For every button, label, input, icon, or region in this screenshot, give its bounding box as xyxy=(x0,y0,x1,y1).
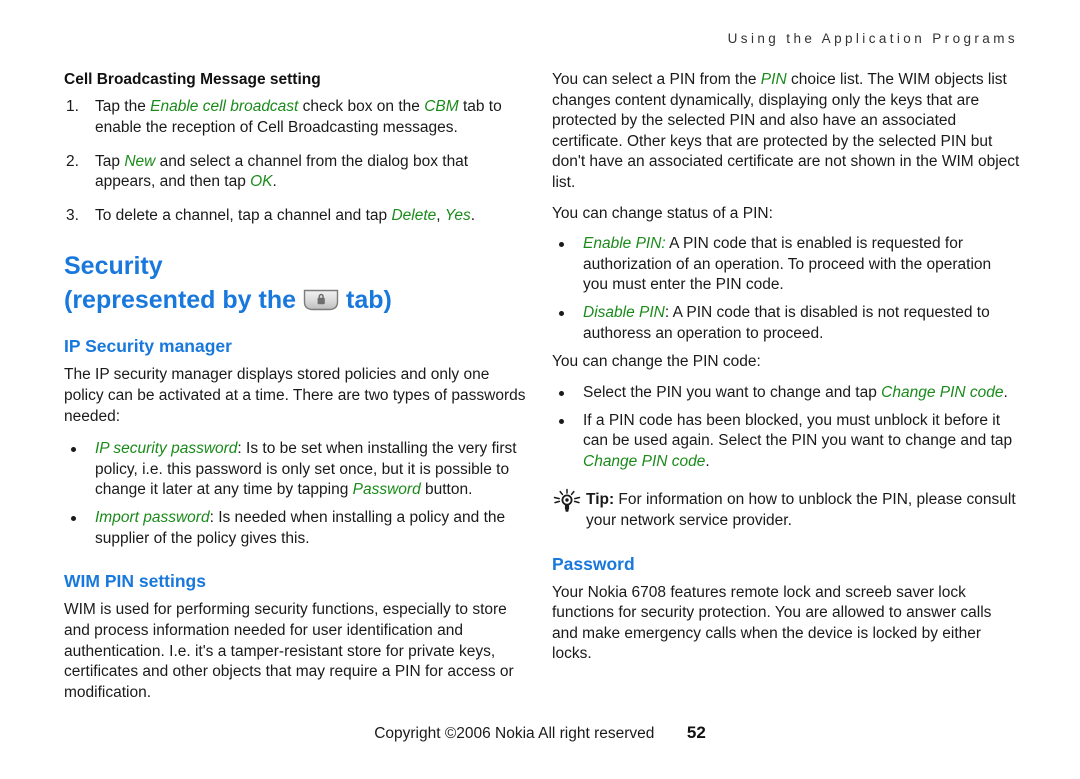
wim-pin-settings-heading: WIM PIN settings xyxy=(64,571,206,592)
cbm-step-list: 1. Tap the Enable cell broadcast check b… xyxy=(64,97,532,226)
step-number: 3. xyxy=(66,206,79,224)
cbm-heading: Cell Broadcasting Message setting xyxy=(64,71,321,88)
ip-password-bullets: IP security password: Is to be set when … xyxy=(64,439,532,549)
tip-callout: Tip: For information on how to unblock t… xyxy=(552,488,1020,531)
pin-status-bullets: Enable PIN: A PIN code that is enabled i… xyxy=(552,234,1020,344)
ip-security-manager-heading: IP Security manager xyxy=(64,336,232,357)
represented-suffix: tab) xyxy=(346,286,392,315)
list-item: Enable PIN: A PIN code that is enabled i… xyxy=(552,234,1020,296)
bullet-dot xyxy=(559,390,564,396)
pin-intro-paragraph: You can select a PIN from the PIN choice… xyxy=(552,71,1020,192)
tip-label: Tip: xyxy=(586,491,615,509)
list-item: If a PIN code has been blocked, you must… xyxy=(552,411,1020,473)
step-text: Tap the Enable cell broadcast check box … xyxy=(95,98,502,136)
wim-pin-settings-body: WIM is used for performing security func… xyxy=(64,601,514,701)
bullet-dot xyxy=(559,242,564,248)
page-footer: Copyright ©2006 Nokia All right reserved… xyxy=(0,723,1080,743)
copyright-text: Copyright ©2006 Nokia All right reserved xyxy=(374,725,655,742)
bullet-text: Import password: Is needed when installi… xyxy=(95,509,506,547)
bullet-text: IP security password: Is to be set when … xyxy=(95,440,517,499)
security-tab-line: (represented by the tab) xyxy=(64,286,532,314)
pin-status-lead: You can change status of a PIN: xyxy=(552,204,773,222)
pin-code-bullets: Select the PIN you want to change and ta… xyxy=(552,383,1020,472)
manual-page: Using the Application Programs Cell Broa… xyxy=(0,0,1080,779)
page-title: Security xyxy=(64,252,163,281)
running-header: Using the Application Programs xyxy=(727,31,1018,46)
list-item: 2. Tap New and select a channel from the… xyxy=(64,152,532,193)
lightbulb-tip-icon xyxy=(552,488,582,514)
bullet-text: Enable PIN: A PIN code that is enabled i… xyxy=(583,235,992,294)
password-heading: Password xyxy=(552,553,635,574)
bullet-text: If a PIN code has been blocked, you must… xyxy=(583,411,1013,470)
bullet-dot xyxy=(559,311,564,317)
tip-text: For information on how to unblock the PI… xyxy=(586,491,1016,529)
list-item: 3. To delete a channel, tap a channel an… xyxy=(64,206,532,227)
bullet-dot xyxy=(71,516,76,522)
right-column: You can select a PIN from the PIN choice… xyxy=(552,70,1020,665)
page-number: 52 xyxy=(686,723,706,742)
bullet-dot xyxy=(71,447,76,453)
list-item: Select the PIN you want to change and ta… xyxy=(552,383,1020,404)
step-number: 2. xyxy=(66,152,79,170)
represented-prefix: (represented by the xyxy=(64,286,297,315)
list-item: 1. Tap the Enable cell broadcast check b… xyxy=(64,97,532,138)
lock-tab-icon xyxy=(303,289,339,311)
list-item: Disable PIN: A PIN code that is disabled… xyxy=(552,303,1020,344)
password-body: Your Nokia 6708 features remote lock and… xyxy=(552,583,992,663)
pin-code-lead: You can change the PIN code: xyxy=(552,353,761,371)
left-column: Cell Broadcasting Message setting 1. Tap… xyxy=(64,70,532,703)
step-text: To delete a channel, tap a channel and t… xyxy=(95,206,476,224)
list-item: Import password: Is needed when installi… xyxy=(64,508,532,549)
step-number: 1. xyxy=(66,98,79,116)
ip-security-manager-intro: The IP security manager displays stored … xyxy=(64,366,526,425)
bullet-text: Disable PIN: A PIN code that is disabled… xyxy=(583,304,990,342)
list-item: IP security password: Is to be set when … xyxy=(64,439,532,501)
step-text: Tap New and select a channel from the di… xyxy=(95,152,469,191)
bullet-text: Select the PIN you want to change and ta… xyxy=(583,383,1008,401)
tip-body: Tip: For information on how to unblock t… xyxy=(586,491,1016,529)
bullet-dot xyxy=(559,418,564,424)
